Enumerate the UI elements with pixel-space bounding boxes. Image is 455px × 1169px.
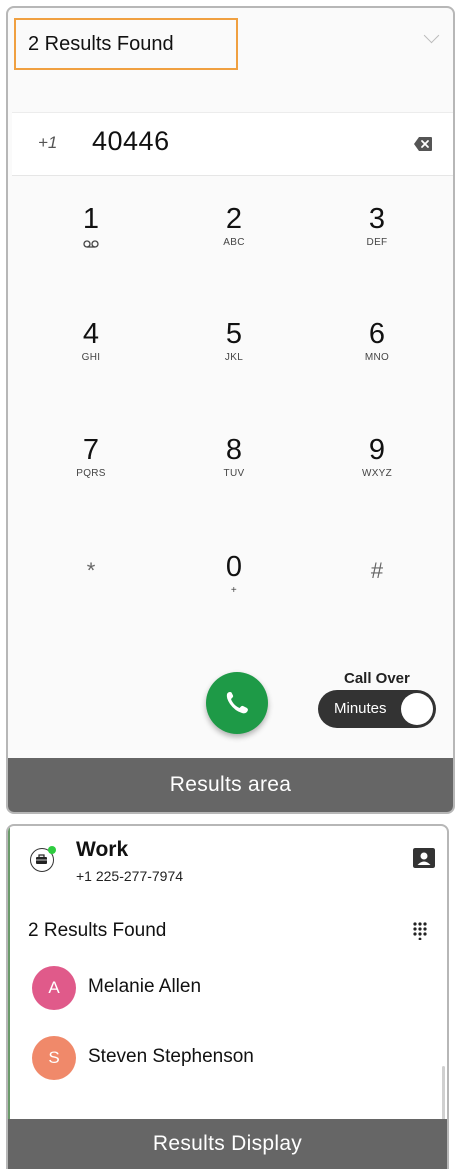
toggle-knob [401,693,433,725]
caption-results-area: Results area [8,758,453,812]
key-0[interactable]: 0 + [189,551,279,631]
key-4[interactable]: 4 GHI [46,318,136,398]
key-letters: TUV [223,468,245,479]
key-2[interactable]: 2 ABC [189,203,279,283]
backspace-icon[interactable] [413,136,433,152]
country-code[interactable]: +1 [38,133,57,153]
key-digit: # [370,558,384,583]
status-online-dot [48,846,56,854]
briefcase-icon [30,846,56,872]
key-digit: 1 [82,203,100,235]
key-5[interactable]: 5 JKL [189,318,279,398]
dialed-number[interactable]: 40446 [92,126,170,157]
key-letters: DEF [366,237,388,248]
contact-name: Melanie Allen [88,976,202,997]
avatar: A [32,966,76,1010]
phone-icon [226,692,248,714]
caption-results-display: Results Display [8,1119,447,1169]
key-8[interactable]: 8 TUV [189,434,279,514]
key-letters: + [230,585,238,596]
key-digit: 4 [82,318,100,350]
key-digit: 3 [368,203,386,235]
contact-name: Steven Stephenson [88,1046,254,1067]
key-letters: ABC [223,237,245,248]
key-letters: MNO [364,352,390,363]
dialpad-icon[interactable] [413,922,427,940]
key-letters: JKL [224,352,244,363]
contact-card-icon[interactable] [413,848,435,868]
keypad: 1 2 ABC 3 DEF 4 GHI 5 JKL 6 MNO 7 PQRS 8… [8,203,453,623]
key-9[interactable]: 9 WXYZ [332,434,422,514]
key-7[interactable]: 7 PQRS [46,434,136,514]
voicemail-icon [83,240,99,248]
number-entry-row: +1 40446 [12,112,453,176]
key-letters: PQRS [76,468,106,479]
dialer-panel: 2 Results Found +1 40446 1 2 ABC 3 DEF 4… [6,6,455,814]
results-header[interactable]: 2 Results Found [14,18,238,70]
line-title[interactable]: Work [76,838,128,862]
key-1[interactable]: 1 [46,203,136,283]
call-button[interactable] [206,672,268,734]
key-6[interactable]: 6 MNO [332,318,422,398]
chevron-down-icon[interactable] [423,27,440,44]
results-display-panel: Work +1 225-277-7974 2 Results Found A M… [6,824,449,1169]
call-over-label: Call Over [344,670,410,687]
results-found-label: 2 Results Found [28,920,167,941]
key-digit: 9 [368,434,386,466]
avatar: S [32,1036,76,1080]
key-digit: 6 [368,318,386,350]
key-digit: 5 [225,318,243,350]
key-digit: 0 [225,551,243,583]
key-digit: 2 [225,203,243,235]
toggle-label: Minutes [334,700,387,717]
key-hash[interactable]: # [332,551,422,631]
line-number: +1 225-277-7974 [76,868,184,884]
minutes-toggle[interactable]: Minutes [318,690,436,728]
panel-edge-accent [8,826,10,1122]
key-3[interactable]: 3 DEF [332,203,422,283]
key-star[interactable]: * [46,551,136,631]
key-digit: * [86,558,96,583]
key-digit: 7 [82,434,100,466]
scrollbar[interactable] [442,1066,445,1126]
key-letters: WXYZ [361,468,393,479]
key-letters: GHI [81,352,101,363]
key-digit: 8 [225,434,243,466]
